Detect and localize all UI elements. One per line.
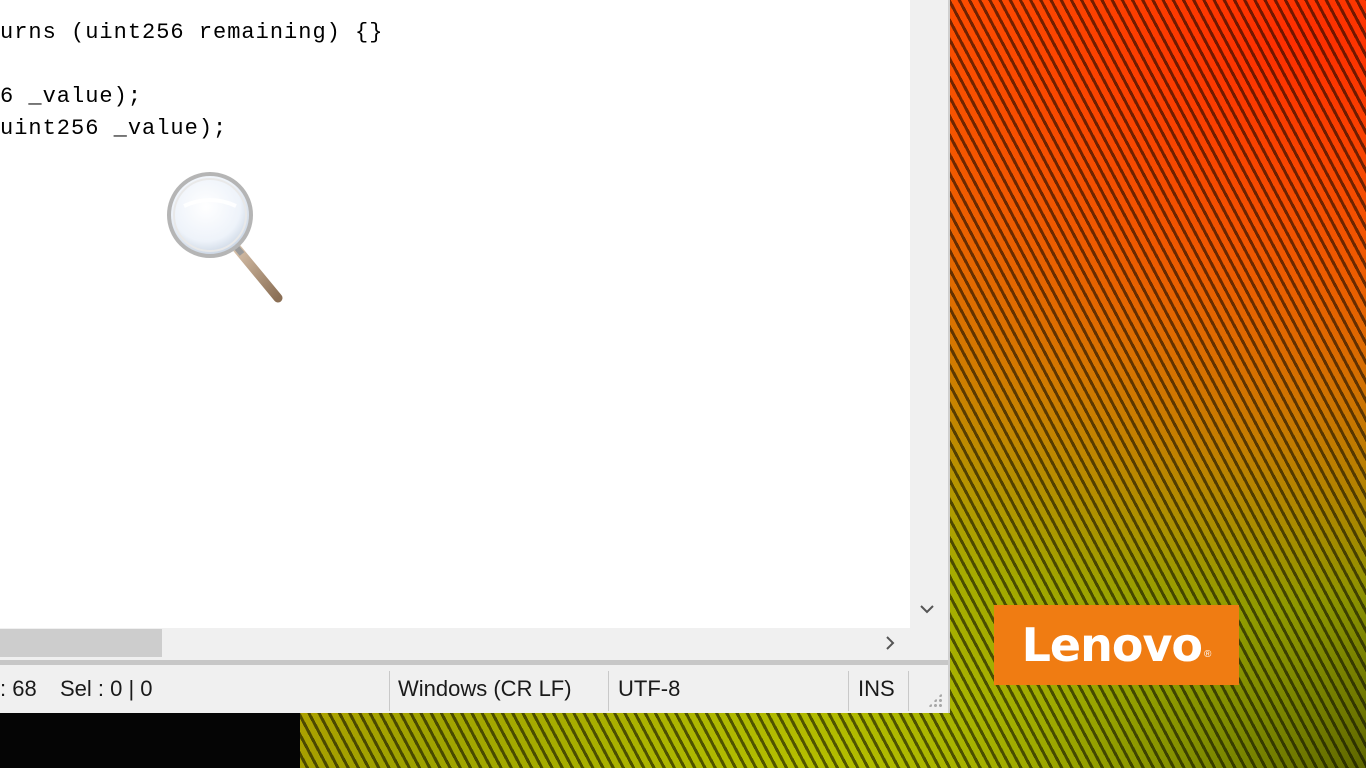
status-separator bbox=[608, 671, 609, 711]
horizontal-scroll-thumb[interactable] bbox=[0, 629, 162, 657]
registered-mark: ® bbox=[1204, 648, 1212, 660]
code-line-4: uint256 _value); bbox=[0, 116, 228, 141]
desktop-wallpaper-shadow bbox=[0, 712, 300, 768]
chevron-right-icon[interactable] bbox=[880, 628, 900, 658]
horizontal-scrollbar[interactable] bbox=[0, 628, 910, 658]
status-line-ending[interactable]: Windows (CR LF) bbox=[398, 665, 572, 713]
editor-window: urns (uint256 remaining) {} 6 _value); u… bbox=[0, 0, 950, 713]
lenovo-logo-text: Lenovo bbox=[1021, 618, 1203, 672]
code-line-3: 6 _value); bbox=[0, 84, 143, 109]
chevron-down-icon[interactable] bbox=[910, 596, 944, 622]
status-encoding[interactable]: UTF-8 bbox=[618, 665, 680, 713]
resize-grip-icon[interactable] bbox=[928, 693, 942, 707]
status-insert-mode[interactable]: INS bbox=[858, 665, 895, 713]
status-bar: : 68 Sel : 0 | 0 Windows (CR LF) UTF-8 I… bbox=[0, 665, 948, 713]
status-selection: Sel : 0 | 0 bbox=[60, 676, 153, 701]
lenovo-logo: Lenovo ® bbox=[994, 605, 1239, 685]
code-line-1: urns (uint256 remaining) {} bbox=[0, 20, 384, 45]
magnifier-icon bbox=[160, 168, 290, 308]
status-position: : 68 bbox=[0, 676, 37, 701]
status-separator bbox=[389, 671, 390, 711]
code-editor[interactable]: urns (uint256 remaining) {} 6 _value); u… bbox=[0, 0, 910, 628]
status-separator bbox=[848, 671, 849, 711]
vertical-scrollbar[interactable] bbox=[910, 0, 944, 628]
status-separator bbox=[908, 671, 909, 711]
